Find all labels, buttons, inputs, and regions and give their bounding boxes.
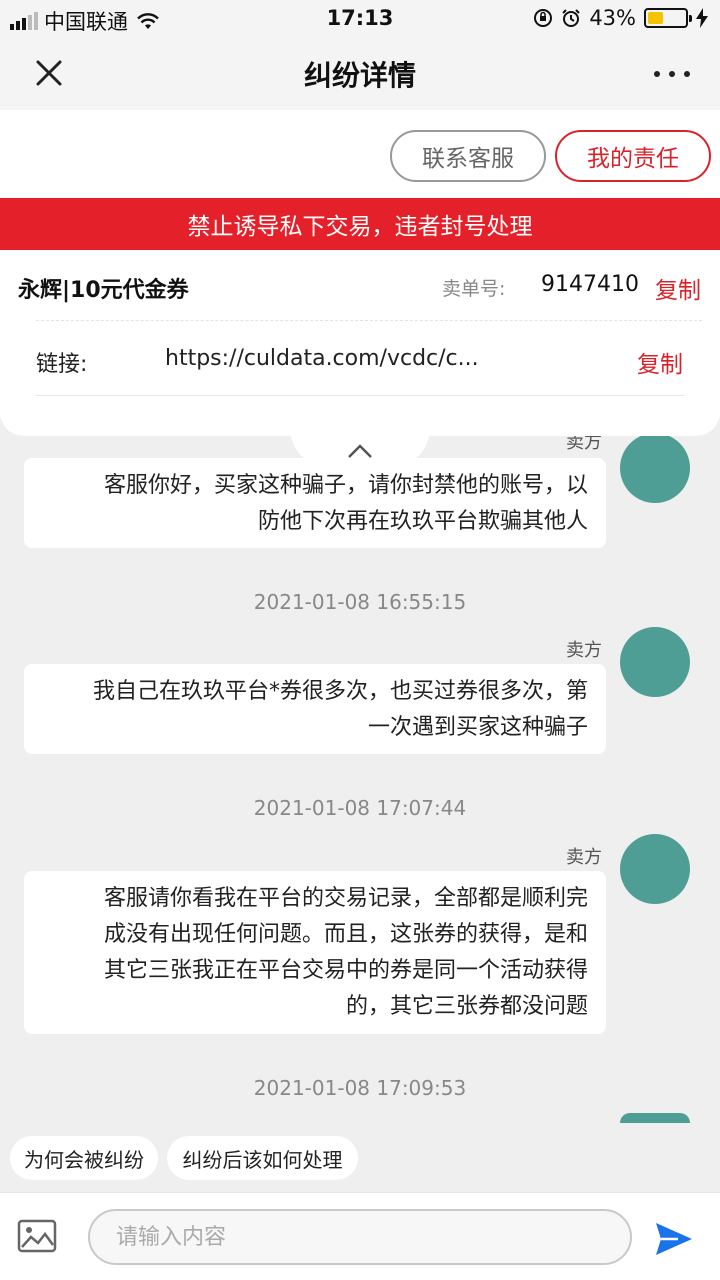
message-line: 客服你好，买家这种骗子，请你封禁他的账号，以 <box>103 473 588 498</box>
message-bubble: 我自己在玖玖平台*券很多次，也买过券很多次，第 一次遇到买家这种骗子 <box>24 664 606 754</box>
message-line: 成没有出现任何问题。而且，这张券的获得，是和 <box>103 922 588 947</box>
order-number: 9147410 <box>541 272 639 297</box>
divider <box>36 320 702 321</box>
alarm-icon <box>562 9 581 27</box>
message-line: 一次遇到买家这种骗子 <box>367 715 588 740</box>
order-info-card: 永辉|10元代金券 卖单号: 9147410 复制 链接: https://cu… <box>0 250 720 436</box>
page-title: 纠纷详情 <box>303 59 416 92</box>
timestamp: 2021-01-08 16:55:15 <box>253 590 467 614</box>
divider <box>36 395 684 396</box>
link-label: 链接: <box>36 352 88 377</box>
message-line: 防他下次再在玖玖平台欺骗其他人 <box>257 509 588 534</box>
sender-label: 卖方 <box>566 847 602 868</box>
status-right: 43% <box>533 6 708 30</box>
product-title: 永辉|10元代金券 <box>18 278 189 303</box>
message-line: 我自己在玖玖平台*券很多次，也买过券很多次，第 <box>92 679 588 704</box>
nav-bar: 纠纷详情 <box>0 38 720 110</box>
sender-label: 卖方 <box>566 640 602 661</box>
avatar[interactable] <box>620 1113 690 1123</box>
chevron-up-icon[interactable] <box>346 442 374 460</box>
copy-order-button[interactable]: 复制 <box>655 271 701 305</box>
battery-percent: 43% <box>589 6 636 30</box>
timestamp: 2021-01-08 17:09:53 <box>253 1076 467 1100</box>
battery-fill <box>648 12 664 24</box>
input-bar <box>0 1192 720 1280</box>
quick-question-chip[interactable]: 为何会被纠纷 <box>10 1136 158 1180</box>
timestamp: 2021-01-08 17:07:44 <box>253 796 467 820</box>
message-line: 其它三张我正在平台交易中的券是同一个活动获得 <box>103 958 588 983</box>
battery-icon <box>644 8 692 28</box>
send-icon[interactable] <box>654 1221 694 1257</box>
contact-service-button[interactable]: 联系客服 <box>390 130 546 182</box>
charging-icon <box>696 8 708 28</box>
warning-banner: 禁止诱导私下交易，违者封号处理 <box>0 198 720 250</box>
copy-link-button[interactable]: 复制 <box>637 345 683 379</box>
avatar[interactable] <box>620 627 690 697</box>
avatar[interactable] <box>620 433 690 503</box>
avatar[interactable] <box>620 834 690 904</box>
message-bubble: 客服你好，买家这种骗子，请你封禁他的账号，以 防他下次再在玖玖平台欺骗其他人 <box>24 458 606 548</box>
message-bubble: 客服请你看我在平台的交易记录，全部都是顺利完 成没有出现任何问题。而且，这张券的… <box>24 871 606 1034</box>
message-input[interactable] <box>88 1209 632 1265</box>
more-icon[interactable] <box>654 60 690 88</box>
status-bar: 中国联通 17:13 43% <box>0 0 720 38</box>
close-icon[interactable] <box>30 54 68 92</box>
my-responsibility-button[interactable]: 我的责任 <box>555 130 711 182</box>
image-icon[interactable] <box>17 1219 57 1253</box>
order-number-label: 卖单号: <box>442 278 506 300</box>
quick-question-chip[interactable]: 纠纷后该如何处理 <box>167 1136 358 1180</box>
orientation-lock-icon <box>534 9 553 27</box>
action-panel: 联系客服 我的责任 <box>0 110 720 198</box>
link-value: https://culdata.com/vcdc/c... <box>165 346 479 371</box>
message-line: 的，其它三张券都没问题 <box>345 994 588 1019</box>
message-line: 客服请你看我在平台的交易记录，全部都是顺利完 <box>103 886 588 911</box>
